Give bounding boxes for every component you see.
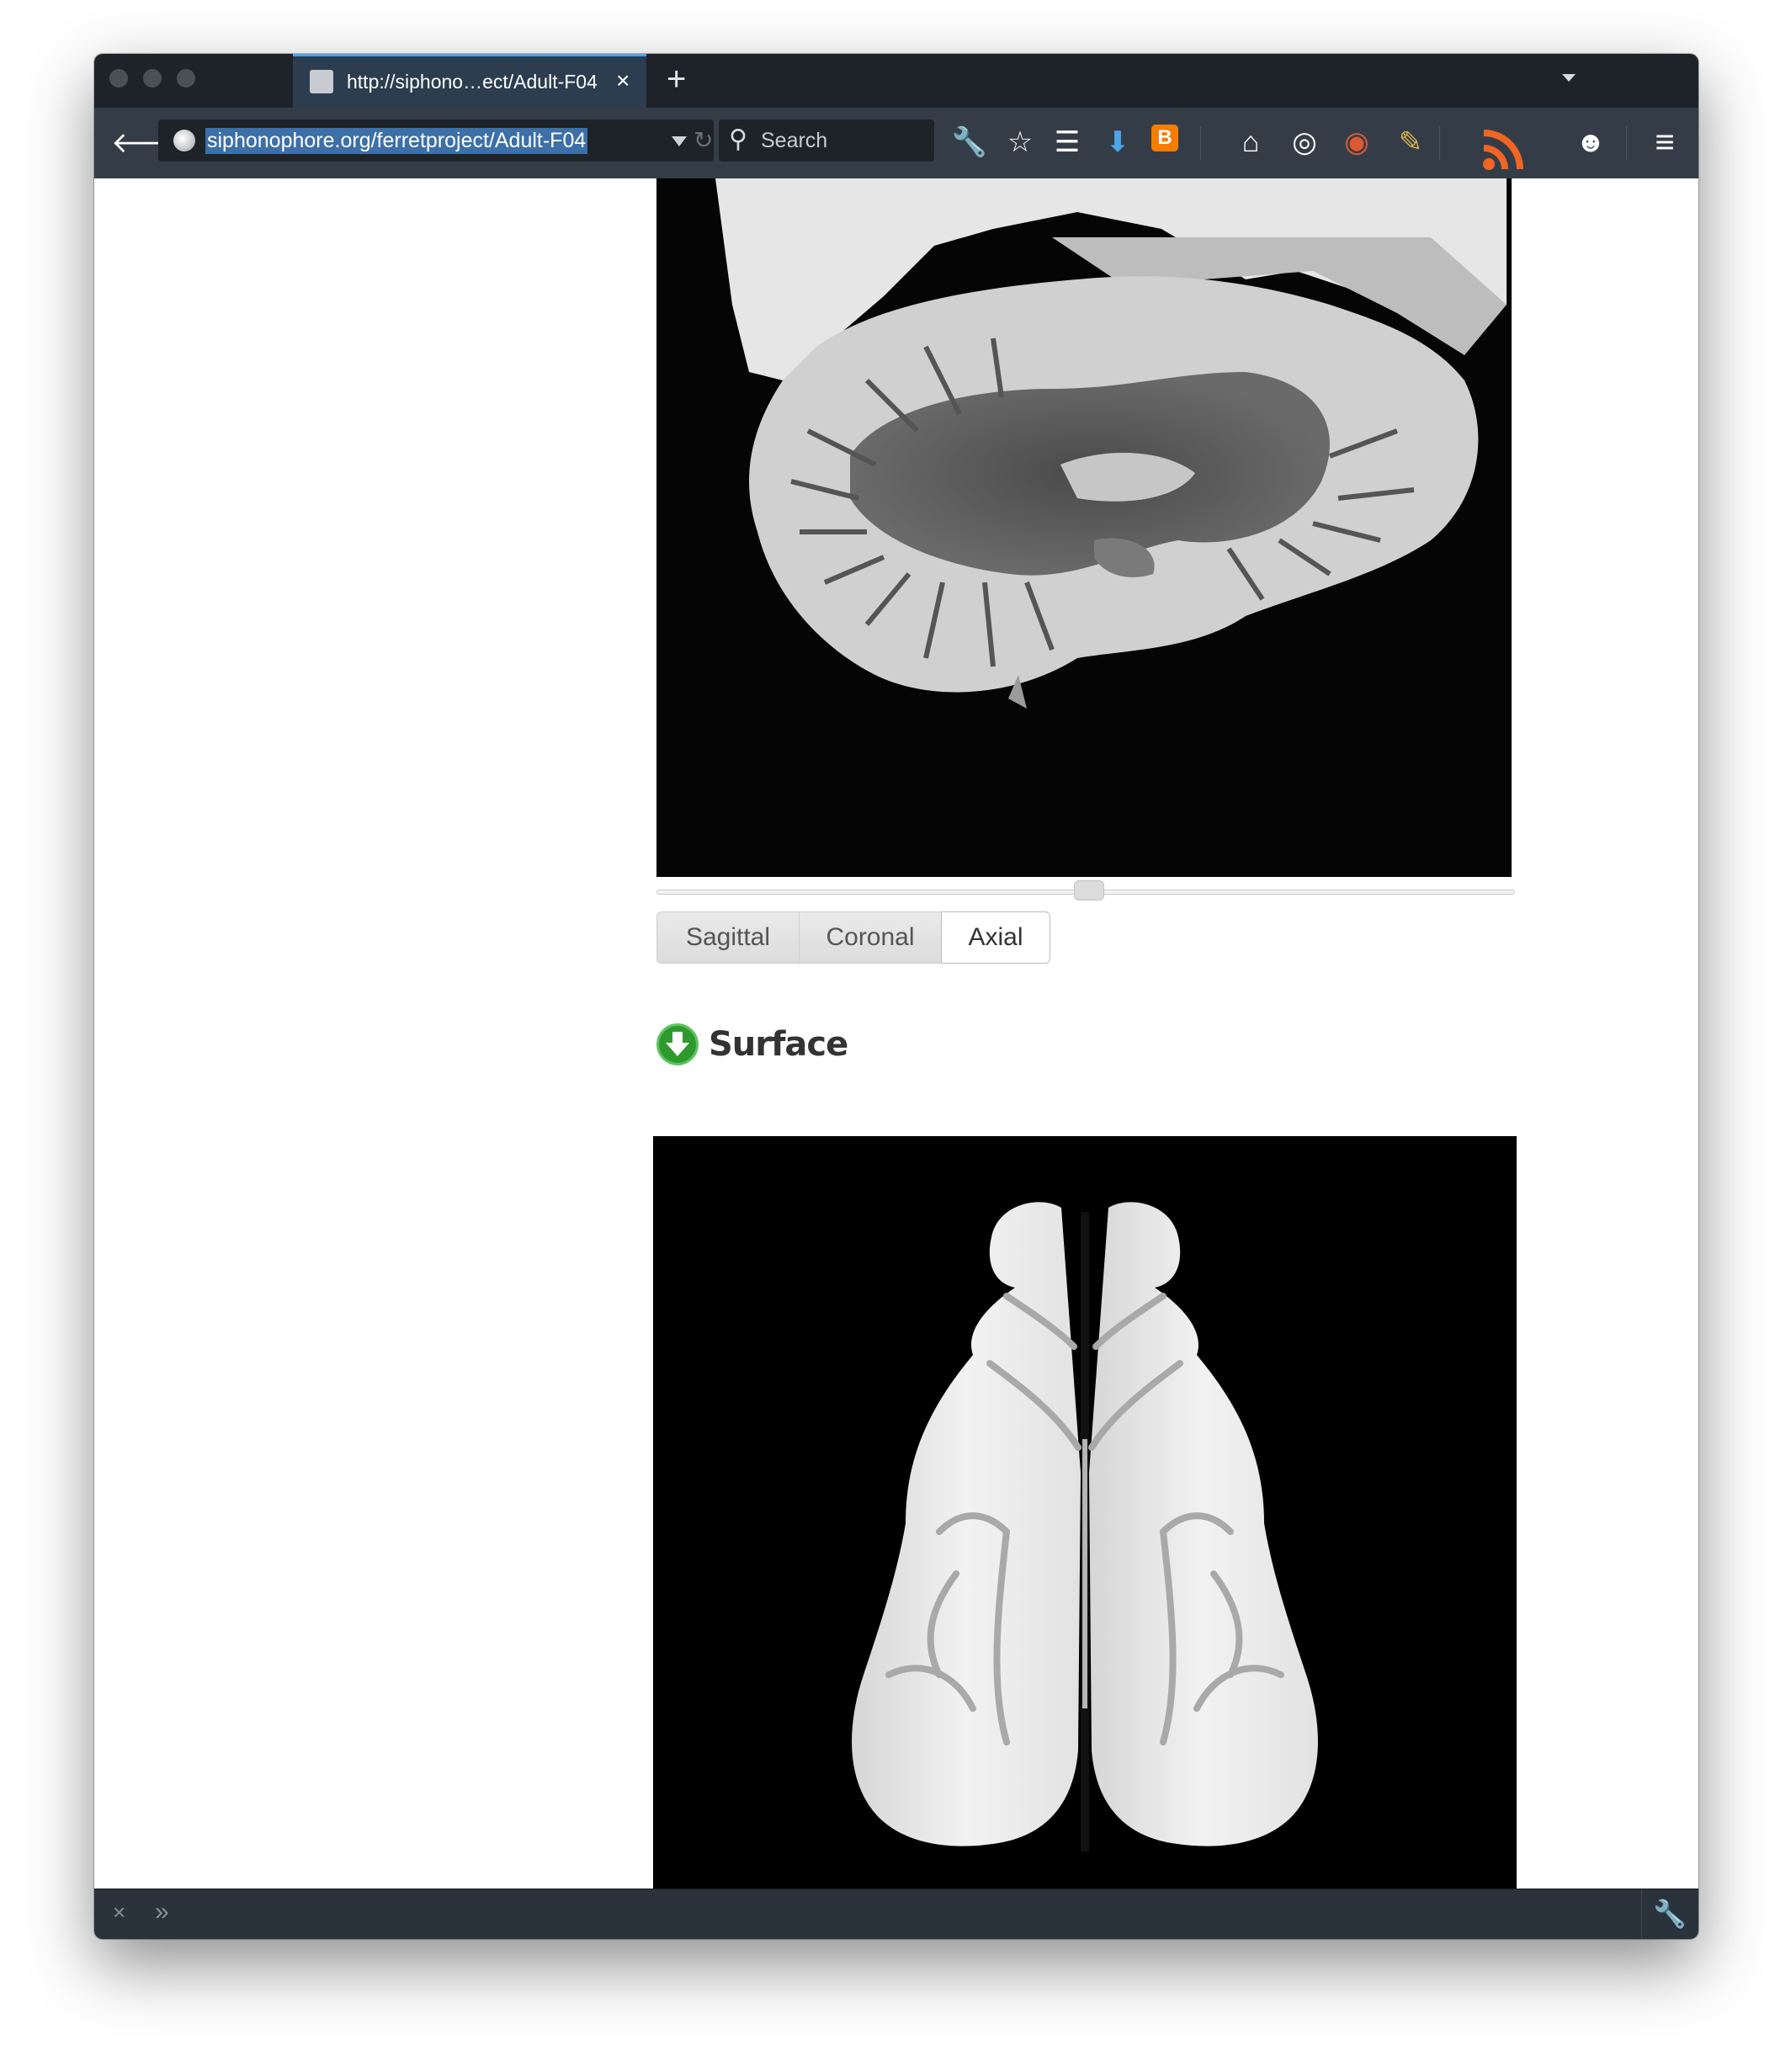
developer-toolbar: × » 🔧 — [94, 1889, 1698, 1939]
toolbar-separator — [1200, 126, 1201, 160]
tab-bar: http://siphono…ect/Adult-F04 × + — [94, 54, 1698, 108]
home-icon[interactable]: ⌂ — [1232, 126, 1269, 158]
coronal-view-button[interactable]: Coronal — [799, 911, 942, 964]
search-input[interactable]: Search — [761, 129, 827, 153]
list-all-tabs-icon[interactable] — [1562, 74, 1576, 82]
wrench-icon[interactable]: 🔧 — [951, 126, 988, 158]
url-bar[interactable]: siphonophore.org/ferretproject/Adult-F04… — [158, 120, 714, 162]
tab-title: http://siphono…ect/Adult-F04 — [347, 71, 598, 93]
brain-surface-render[interactable] — [653, 1136, 1517, 1889]
toolbar-separator — [1626, 126, 1627, 160]
wrench-icon[interactable]: 🔧 — [1653, 1898, 1687, 1930]
new-tab-button[interactable]: + — [667, 61, 686, 98]
chat-icon[interactable]: ☻ — [1572, 126, 1609, 158]
browser-window: http://siphono…ect/Adult-F04 × + 🡐 sipho… — [94, 54, 1698, 1939]
blogger-icon[interactable]: B — [1151, 125, 1178, 151]
slice-slider-handle[interactable] — [1074, 880, 1104, 901]
reading-list-icon[interactable]: ☰ — [1049, 126, 1086, 158]
close-toolbar-icon[interactable]: × — [113, 1899, 125, 1926]
site-identity-icon[interactable] — [173, 130, 195, 151]
menu-icon[interactable]: ≡ — [1646, 125, 1683, 159]
bookmark-star-icon[interactable]: ☆ — [1002, 126, 1039, 158]
privacy-badger-icon[interactable]: ◎ — [1286, 126, 1323, 158]
download-surface-icon[interactable] — [656, 1023, 699, 1065]
active-tab[interactable]: http://siphono…ect/Adult-F04 × — [293, 54, 646, 108]
navigation-toolbar: 🡐 siphonophore.org/ferretproject/Adult-F… — [94, 108, 1698, 179]
toolbar-separator — [1641, 1889, 1642, 1939]
sagittal-view-button[interactable]: Sagittal — [656, 911, 800, 964]
surface-title: Surface — [709, 1025, 848, 1064]
reload-icon[interactable]: ↻ — [694, 126, 713, 154]
url-history-dropdown-icon[interactable] — [672, 136, 687, 146]
search-icon: ⚲ — [729, 125, 747, 153]
tab-close-icon[interactable]: × — [616, 66, 630, 95]
mri-slice-image[interactable] — [656, 178, 1512, 877]
close-window-button[interactable] — [109, 69, 128, 88]
zoom-window-button[interactable] — [177, 69, 195, 88]
axial-view-button[interactable]: Axial — [941, 911, 1050, 964]
duckduckgo-icon[interactable]: ◉ — [1338, 126, 1375, 158]
rss-icon[interactable] — [1481, 125, 1528, 172]
download-icon[interactable]: ⬇ — [1099, 126, 1136, 158]
expand-console-icon[interactable]: » — [155, 1898, 169, 1926]
search-bar[interactable]: ⚲ Search — [719, 120, 934, 162]
minimize-window-button[interactable] — [143, 69, 162, 88]
url-text[interactable]: siphonophore.org/ferretproject/Adult-F04 — [205, 128, 588, 154]
page-favicon-icon — [310, 70, 333, 93]
toolbar-separator — [1439, 126, 1440, 160]
pencil-icon[interactable]: ✎ — [1392, 126, 1429, 158]
page-content: Sagittal Coronal Axial Surface — [94, 178, 1698, 1889]
